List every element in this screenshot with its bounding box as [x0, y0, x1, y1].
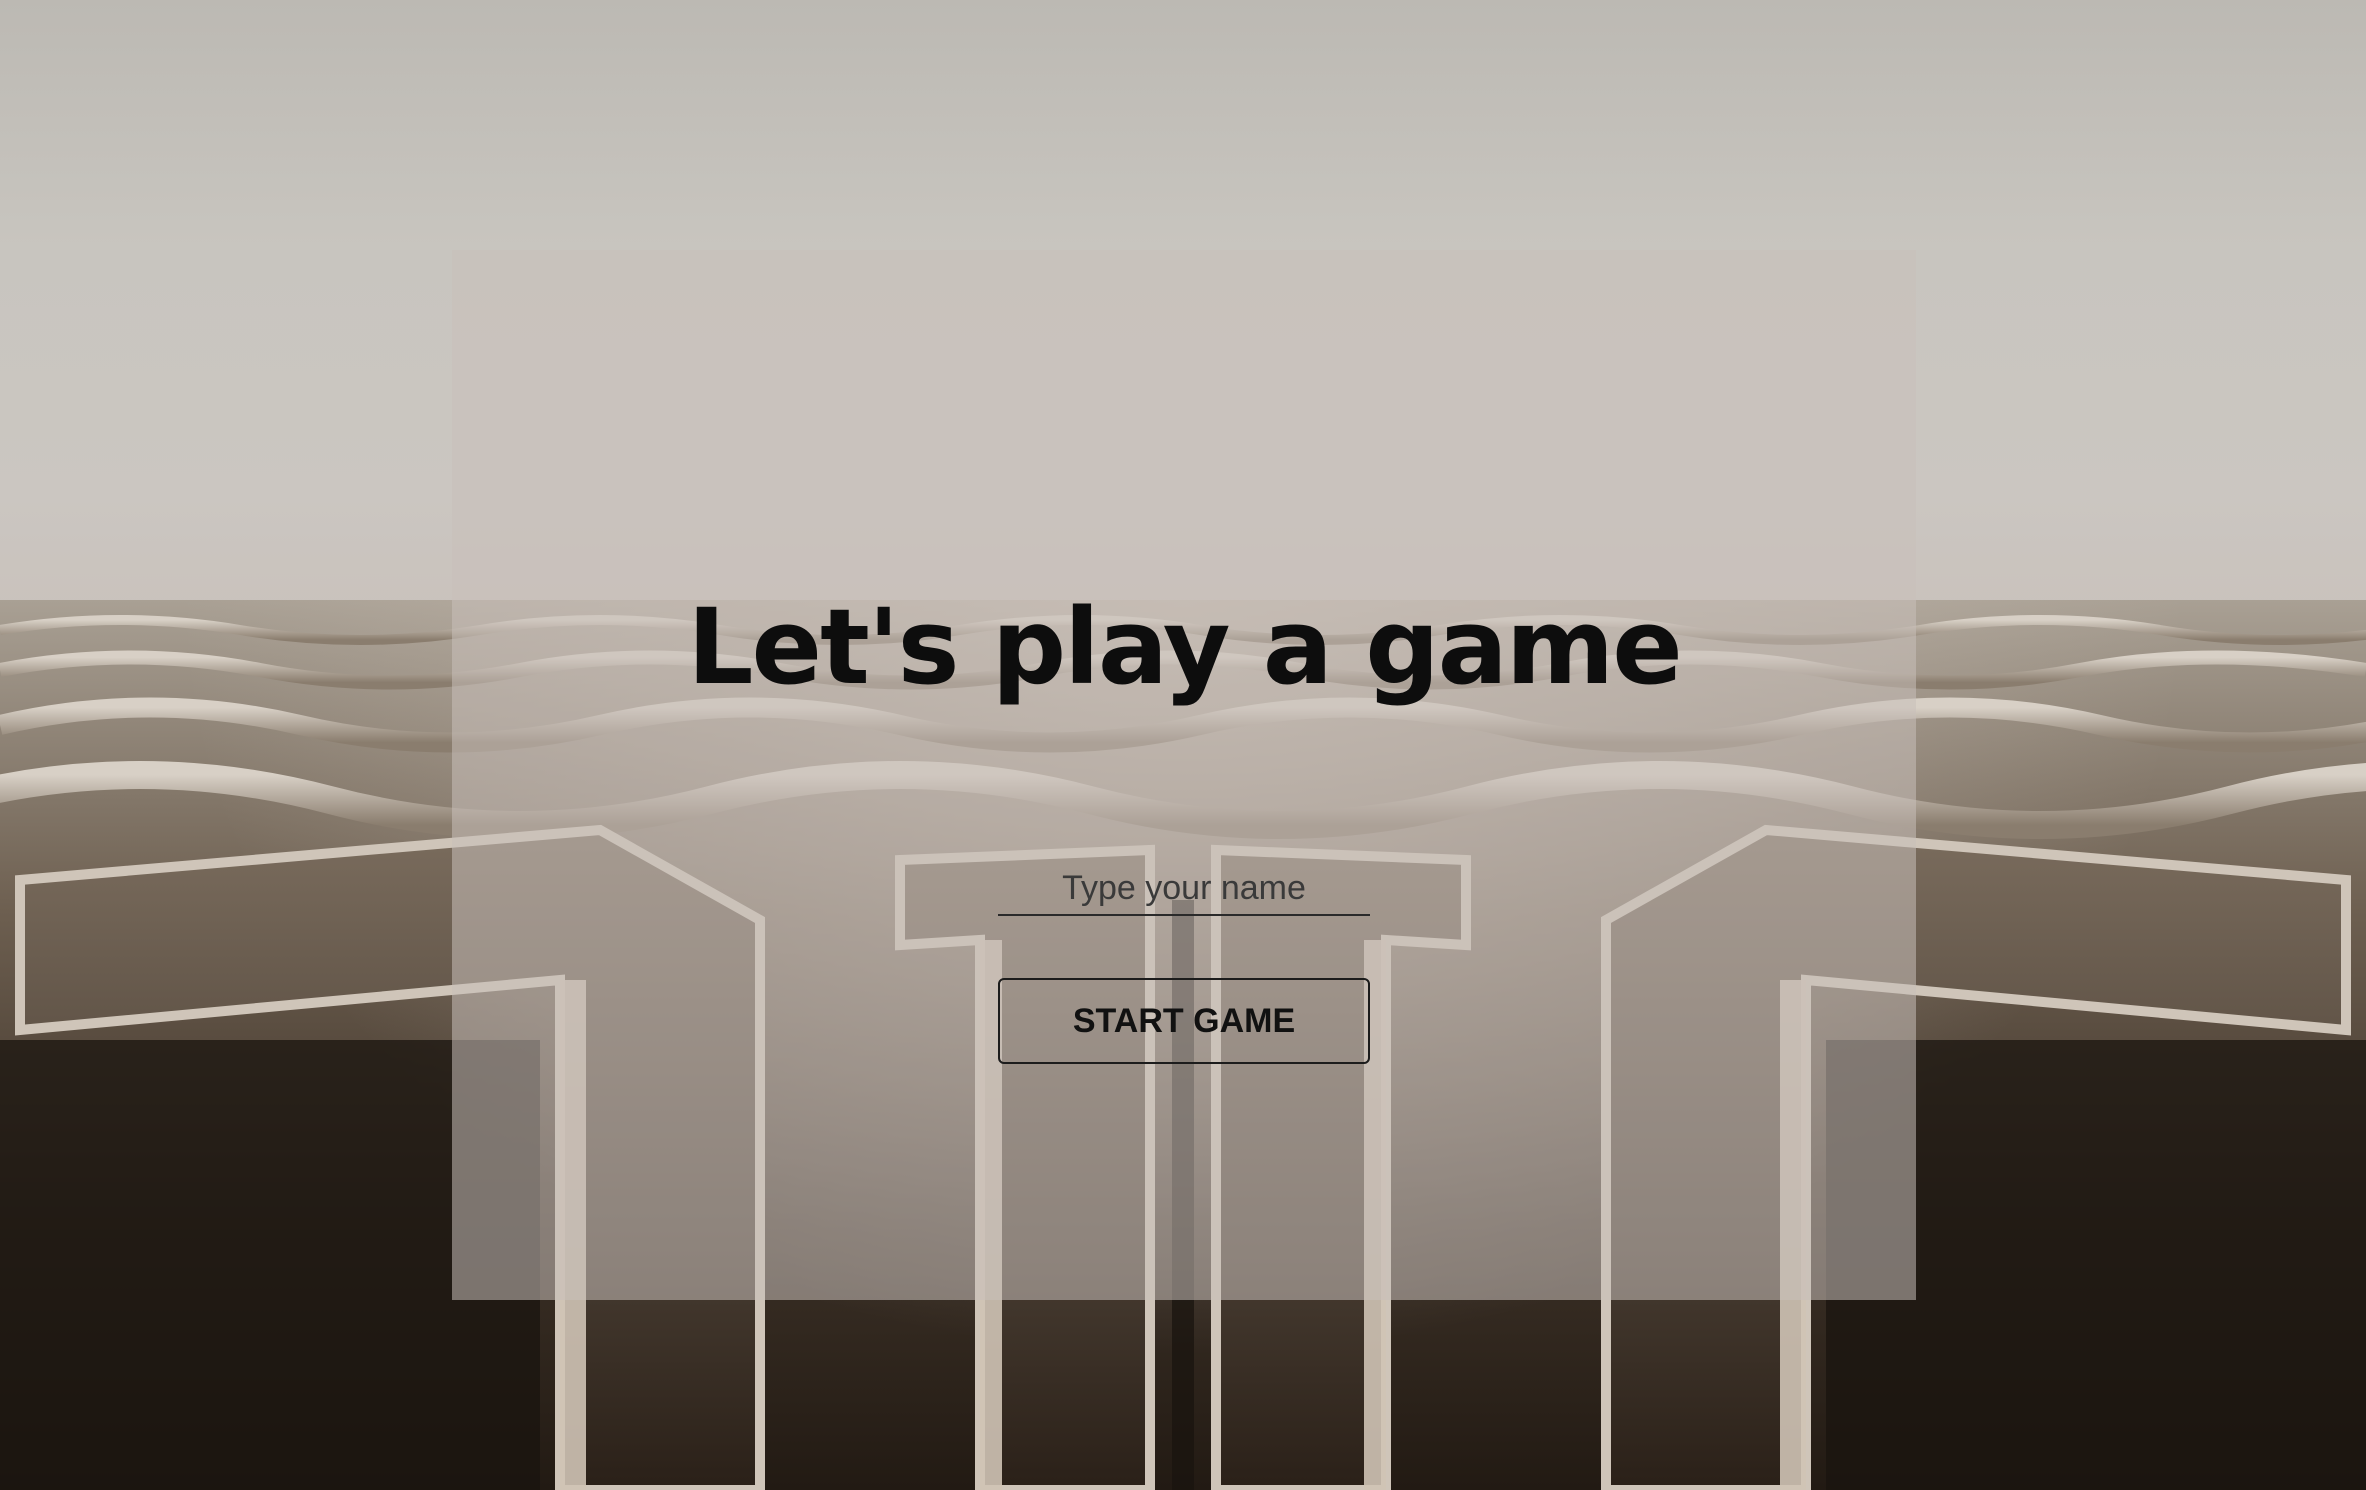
- game-start-screen: Let's play a game START GAME: [0, 0, 2366, 1490]
- page-title: Let's play a game: [687, 586, 1682, 708]
- start-game-button[interactable]: START GAME: [998, 978, 1370, 1064]
- center-overlay-panel: [452, 250, 1916, 1300]
- name-input[interactable]: [998, 862, 1370, 916]
